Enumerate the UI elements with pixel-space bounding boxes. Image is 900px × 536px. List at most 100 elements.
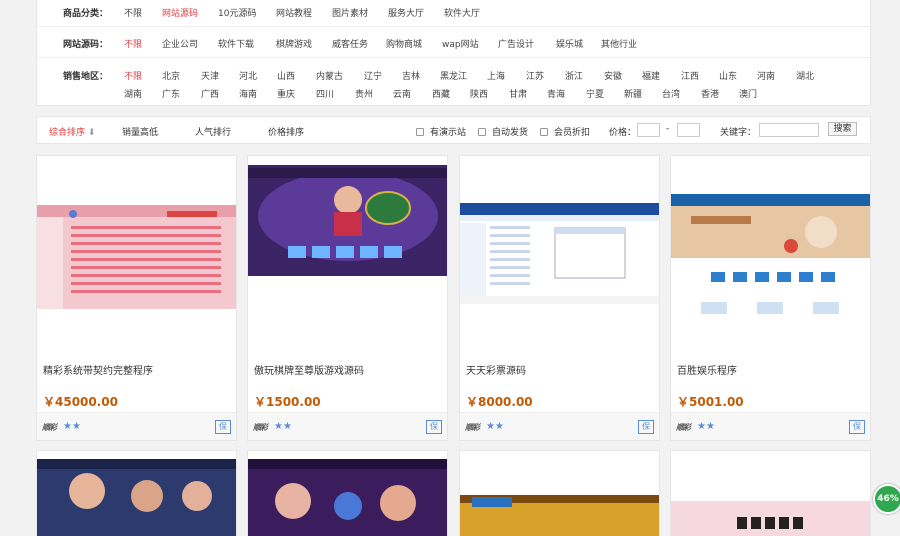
- filter-option[interactable]: 山东: [719, 69, 737, 82]
- filter-option[interactable]: 江西: [681, 69, 699, 82]
- filter-option[interactable]: 图片素材: [332, 6, 368, 19]
- filter-option[interactable]: 软件下载: [218, 37, 254, 50]
- filter-option[interactable]: 河北: [239, 69, 257, 82]
- price-max-input[interactable]: [677, 123, 700, 137]
- filter-option[interactable]: 青海: [547, 87, 565, 100]
- filter-option[interactable]: 内蒙古: [316, 69, 343, 82]
- filter-option[interactable]: 不限: [124, 6, 142, 19]
- filter-option[interactable]: 10元源码: [218, 6, 256, 19]
- keyword-label: 关键字：: [720, 128, 757, 138]
- product-title[interactable]: 百胜娱乐程序: [677, 362, 737, 377]
- checkbox-icon[interactable]: [540, 127, 548, 136]
- filter-option[interactable]: 吉林: [402, 69, 420, 82]
- checkbox-icon[interactable]: [478, 127, 486, 136]
- filter-option[interactable]: 上海: [487, 69, 505, 82]
- product-title[interactable]: 傲玩棋牌至尊版游戏源码: [254, 362, 364, 377]
- product-card[interactable]: [247, 450, 448, 536]
- filter-option[interactable]: 北京: [162, 69, 180, 82]
- filter-option[interactable]: 台湾: [662, 87, 680, 100]
- filter-option[interactable]: 购物商城: [386, 37, 422, 50]
- filter-option[interactable]: 浙江: [565, 69, 583, 82]
- product-card[interactable]: [36, 450, 237, 536]
- filter-option[interactable]: 重庆: [277, 87, 295, 100]
- filter-option[interactable]: 服务大厅: [388, 6, 424, 19]
- filter-option[interactable]: 不限: [124, 37, 142, 50]
- search-button[interactable]: 搜索: [828, 122, 857, 136]
- sort-price[interactable]: 价格排序: [268, 125, 304, 138]
- filter-option[interactable]: 其他行业: [601, 37, 637, 50]
- auto-delivery-checkbox[interactable]: 自动发货: [478, 125, 528, 138]
- member-discount-checkbox[interactable]: 会员折扣: [540, 125, 590, 138]
- filter-option[interactable]: 棋牌游戏: [276, 37, 312, 50]
- filter-option[interactable]: 不限: [124, 69, 142, 82]
- card-footer: 顺彩 ★★ 保: [37, 412, 236, 440]
- filter-option[interactable]: 云南: [393, 87, 411, 100]
- product-card[interactable]: [459, 450, 660, 536]
- filter-option[interactable]: 宁夏: [586, 87, 604, 100]
- filter-option[interactable]: 河南: [757, 69, 775, 82]
- product-thumbnail[interactable]: [37, 451, 236, 536]
- filter-option[interactable]: 澳门: [739, 87, 757, 100]
- filter-option[interactable]: 甘肃: [509, 87, 527, 100]
- price-min-input[interactable]: [637, 123, 660, 137]
- sort-bar: 综合排序 ⬇ 销量高低 人气排行 价格排序 有演示站 自动发货 会员折扣 价格：…: [36, 116, 871, 144]
- filter-option[interactable]: 香港: [701, 87, 719, 100]
- filter-option[interactable]: 天津: [201, 69, 219, 82]
- product-price: ￥5001.00: [677, 395, 744, 409]
- product-card[interactable]: 精彩系统带契约完整程序 ￥45000.00 顺彩 ★★ 保: [36, 155, 237, 441]
- sort-composite[interactable]: 综合排序 ⬇: [49, 125, 95, 138]
- guarantee-badge: 保: [849, 420, 865, 434]
- product-thumbnail[interactable]: [248, 451, 447, 536]
- filter-option[interactable]: 网站源码: [162, 6, 198, 19]
- product-thumbnail[interactable]: [460, 156, 659, 346]
- product-card[interactable]: 傲玩棋牌至尊版游戏源码 ￥1500.00 顺彩 ★★ 保: [247, 155, 448, 441]
- card-footer: 顺彩 ★★ 保: [460, 412, 659, 440]
- star-rating-icon: ★★: [63, 421, 81, 432]
- filter-option[interactable]: 福建: [642, 69, 660, 82]
- filter-option[interactable]: 广东: [162, 87, 180, 100]
- filter-option[interactable]: 四川: [316, 87, 334, 100]
- product-title[interactable]: 精彩系统带契约完整程序: [43, 362, 153, 377]
- product-thumbnail[interactable]: [248, 156, 447, 346]
- filter-option[interactable]: 陕西: [470, 87, 488, 100]
- product-price: ￥1500.00: [254, 395, 321, 409]
- product-thumbnail[interactable]: [671, 156, 870, 346]
- sort-popularity[interactable]: 人气排行: [195, 125, 231, 138]
- progress-badge[interactable]: 46%: [873, 484, 900, 514]
- demo-site-checkbox[interactable]: 有演示站: [416, 125, 466, 138]
- filter-option[interactable]: 广西: [201, 87, 219, 100]
- shop-logo: 顺彩: [253, 423, 268, 432]
- product-thumbnail[interactable]: [37, 156, 236, 346]
- filter-option[interactable]: 软件大厅: [444, 6, 480, 19]
- product-card[interactable]: 天天彩票源码 ￥8000.00 顺彩 ★★ 保: [459, 155, 660, 441]
- filter-option[interactable]: 江苏: [526, 69, 544, 82]
- filter-option[interactable]: 黑龙江: [440, 69, 467, 82]
- filter-option[interactable]: 湖南: [124, 87, 142, 100]
- filter-option[interactable]: 网站教程: [276, 6, 312, 19]
- filter-option[interactable]: 安徽: [604, 69, 622, 82]
- filter-option[interactable]: 威客任务: [332, 37, 368, 50]
- filter-option[interactable]: 海南: [239, 87, 257, 100]
- product-price: ￥45000.00: [43, 395, 119, 409]
- sort-sales[interactable]: 销量高低: [122, 125, 158, 138]
- keyword-input[interactable]: [759, 123, 819, 137]
- filter-option[interactable]: 辽宁: [364, 69, 382, 82]
- star-rating-icon: ★★: [274, 421, 292, 432]
- product-card[interactable]: [670, 450, 871, 536]
- filter-option[interactable]: 广告设计: [498, 37, 534, 50]
- filter-option[interactable]: 贵州: [355, 87, 373, 100]
- product-title[interactable]: 天天彩票源码: [466, 362, 526, 377]
- filter-option[interactable]: wap网站: [442, 37, 479, 50]
- filter-option[interactable]: 企业公司: [162, 37, 198, 50]
- arrow-down-icon: ⬇: [87, 128, 96, 138]
- filter-option[interactable]: 新疆: [624, 87, 642, 100]
- checkbox-icon[interactable]: [416, 127, 424, 136]
- shop-logo: 顺彩: [676, 423, 691, 432]
- product-thumbnail[interactable]: [460, 451, 659, 536]
- filter-option[interactable]: 西藏: [432, 87, 450, 100]
- filter-option[interactable]: 娱乐城: [556, 37, 583, 50]
- filter-option[interactable]: 山西: [277, 69, 295, 82]
- filter-option[interactable]: 湖北: [796, 69, 814, 82]
- product-thumbnail[interactable]: [671, 451, 870, 536]
- product-card[interactable]: 百胜娱乐程序 ￥5001.00 顺彩 ★★ 保: [670, 155, 871, 441]
